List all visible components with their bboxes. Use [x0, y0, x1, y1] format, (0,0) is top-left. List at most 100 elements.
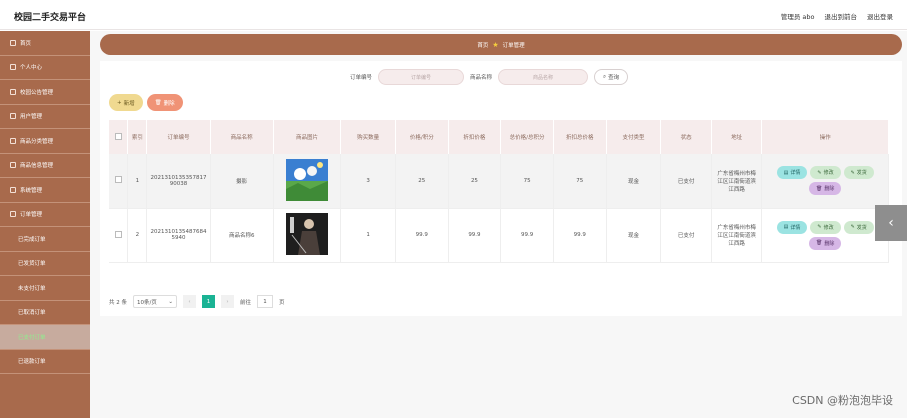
product-icon	[10, 162, 16, 169]
row-price: 99.9	[395, 208, 449, 262]
sidebar-item-paid-orders[interactable]: 已支付订单	[0, 325, 90, 350]
goto-label: 前往	[240, 299, 252, 306]
sidebar-item-cancelled-orders[interactable]: 已取消订单	[0, 301, 90, 325]
row-pay-type: 现金	[606, 208, 662, 262]
sidebar-item-unpaid-orders[interactable]: 未支付订单	[0, 276, 90, 301]
product-name-input[interactable]: 商品名称	[498, 69, 589, 85]
chevron-down-icon: ⌄	[168, 298, 173, 305]
breadcrumb: 首页 ★ 订单管理	[100, 34, 902, 55]
prev-page-button[interactable]: ‹	[183, 295, 196, 308]
sidebar-item-shipped-orders[interactable]: 已发货订单	[0, 252, 90, 276]
detail-button[interactable]: ▤ 详情	[776, 220, 808, 234]
header-total[interactable]: 总价格/总积分	[500, 120, 554, 154]
row-actions: ▤ 详情 ✎ 修改 ✎ 发货 🗑 删除	[761, 208, 889, 262]
search-icon: ⌕	[603, 73, 607, 80]
logout-link[interactable]: 退出登录	[867, 11, 893, 21]
header-price[interactable]: 价格/积分	[395, 120, 449, 154]
sidebar-item-categories[interactable]: 商品分类管理	[0, 129, 90, 154]
header-product-image[interactable]: 商品图片	[273, 120, 342, 154]
row-index: 2	[127, 208, 148, 262]
plus-icon: +	[117, 99, 122, 106]
header-discount[interactable]: 折扣价格	[448, 120, 502, 154]
header-links: 管理员 abo 退出到前台 退出登录	[781, 11, 893, 21]
order-no-input[interactable]: 订单编号	[378, 69, 465, 85]
product-image[interactable]	[285, 158, 328, 201]
row-address: 广东省梅州市梅江区江南街道滨江西路	[711, 154, 763, 208]
breadcrumb-current: 订单管理	[502, 42, 525, 49]
main-content: 首页 ★ 订单管理 订单编号 订单编号 商品名称 商品名称 ⌕ 查询 + 新增 🗑 删…	[90, 31, 907, 418]
row-delete-button[interactable]: 🗑 删除	[809, 182, 842, 196]
collapse-toggle-button[interactable]: ‹	[875, 205, 907, 241]
sidebar-item-announcements[interactable]: 校园公告管理	[0, 80, 90, 105]
sidebar-item-completed-orders[interactable]: 已完成订单	[0, 227, 90, 252]
add-button[interactable]: + 新增	[109, 94, 143, 111]
app-title: 校园二手交易平台	[14, 13, 87, 23]
goto-page-input[interactable]: 1	[257, 295, 274, 308]
order-panel: 订单编号 订单编号 商品名称 商品名称 ⌕ 查询 + 新增 🗑 删除 索引 订单编号 …	[100, 61, 902, 316]
ship-button[interactable]: ✎ 发货	[843, 166, 874, 180]
sidebar-item-products[interactable]: 商品信息管理	[0, 154, 90, 178]
header-address[interactable]: 地址	[711, 120, 763, 154]
row-checkbox[interactable]	[114, 176, 122, 184]
select-all-cell	[109, 120, 129, 154]
row-address: 广东省梅州市梅江区江南街道滨江西路	[711, 208, 763, 262]
ship-button[interactable]: ✎ 发货	[843, 220, 874, 234]
sidebar-item-users[interactable]: 用户管理	[0, 105, 90, 129]
chevron-left-icon: ‹	[888, 215, 894, 231]
row-discount-total: 99.9	[553, 208, 607, 262]
row-discount: 25	[448, 154, 502, 208]
row-price: 25	[395, 154, 449, 208]
sidebar-item-orders[interactable]: 订单管理	[0, 203, 90, 227]
row-pay-type: 现金	[606, 154, 662, 208]
header-status[interactable]: 状态	[660, 120, 712, 154]
next-page-button[interactable]: ›	[221, 295, 234, 308]
pagination: 共 2 条 10条/页 ⌄ ‹ 1 › 前往 1 页	[109, 295, 285, 308]
table-row: 2 20213101354876845940 商品名称6 1 99.9 99.9…	[109, 208, 889, 262]
select-all-checkbox[interactable]	[114, 132, 122, 140]
total-count: 共 2 条	[109, 299, 127, 306]
delete-button[interactable]: 🗑 删除	[146, 94, 183, 111]
sidebar-item-system[interactable]: 系统管理	[0, 178, 90, 203]
row-checkbox[interactable]	[114, 230, 122, 238]
notice-icon	[10, 88, 16, 95]
category-icon	[10, 137, 16, 144]
query-button[interactable]: ⌕ 查询	[594, 69, 629, 85]
product-image[interactable]	[285, 213, 328, 255]
user-icon	[10, 64, 16, 71]
sidebar-item-home[interactable]: 首页	[0, 31, 90, 56]
edit-icon: ✎	[817, 224, 822, 230]
sidebar-item-refunded-orders[interactable]: 已退款订单	[0, 350, 90, 374]
detail-icon: ▤	[783, 169, 789, 176]
ship-icon: ✎	[850, 169, 855, 176]
edit-button[interactable]: ✎ 修改	[810, 220, 841, 234]
ship-icon: ✎	[850, 224, 855, 230]
row-actions: ▤ 详情 ✎ 修改 ✎ 发货 🗑 删除	[761, 154, 889, 208]
header-discount-total[interactable]: 折扣总价格	[553, 120, 607, 154]
header-actions: 操作	[761, 120, 889, 154]
header-product-name[interactable]: 商品名称	[210, 120, 274, 154]
breadcrumb-home[interactable]: 首页	[477, 41, 488, 49]
home-icon	[10, 39, 16, 46]
row-quantity: 3	[340, 154, 396, 208]
detail-icon: ▤	[783, 224, 789, 230]
row-delete-button[interactable]: 🗑 删除	[809, 236, 842, 250]
sidebar-item-personal[interactable]: 个人中心	[0, 56, 90, 80]
header-order-no[interactable]: 订单编号	[146, 120, 211, 154]
admin-user-label: 管理员 abo	[780, 13, 815, 21]
page-size-select[interactable]: 10条/页 ⌄	[133, 295, 177, 308]
detail-button[interactable]: ▤ 详情	[776, 166, 808, 180]
row-status: 已支付	[660, 208, 712, 262]
row-image-cell	[273, 208, 342, 262]
current-page[interactable]: 1	[202, 295, 215, 308]
header-pay-type[interactable]: 支付类型	[606, 120, 662, 154]
row-image-cell	[273, 154, 342, 208]
table-row: 1 202131013535781790038 摄影 3 25 25 75 75…	[109, 154, 889, 208]
watermark: CSDN @粉泡泡毕设	[792, 394, 893, 407]
row-order-no: 20213101354876845940	[146, 208, 211, 262]
row-total: 75	[500, 154, 554, 208]
back-to-frontend-link[interactable]: 退出到前台	[825, 11, 858, 21]
toolbar: + 新增 🗑 删除	[109, 94, 183, 111]
trash-icon: 🗑	[816, 240, 823, 246]
header-quantity[interactable]: 购买数量	[340, 120, 396, 154]
edit-button[interactable]: ✎ 修改	[810, 166, 841, 180]
